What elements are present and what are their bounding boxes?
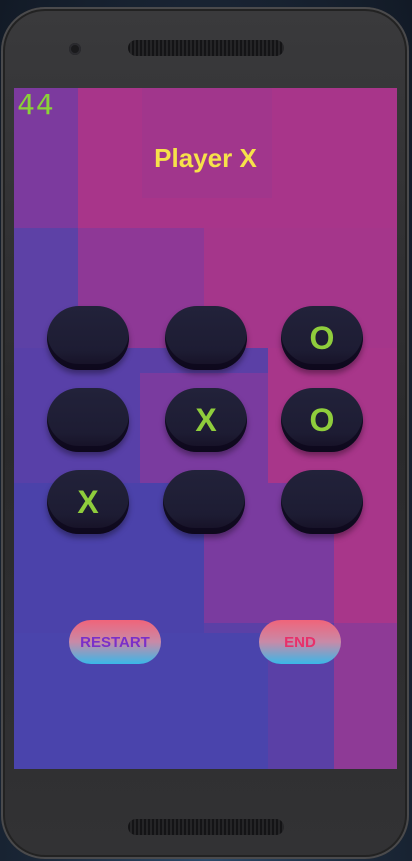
board-cell-3[interactable]: O [281, 306, 363, 370]
board-cell-7[interactable]: X [47, 470, 129, 534]
board-cell-1[interactable] [47, 306, 129, 370]
board-cell-2[interactable] [165, 306, 247, 370]
board-cell-5[interactable]: X [165, 388, 247, 452]
earpiece-speaker [128, 40, 284, 56]
bg-tile [334, 623, 397, 769]
current-player-title: Player X [154, 143, 257, 173]
game-screen: 44 Player X O X O X RESTART END [14, 88, 397, 769]
board-cell-8[interactable] [163, 470, 245, 534]
board-cell-9[interactable] [281, 470, 363, 534]
end-button[interactable]: END [259, 620, 341, 664]
countdown-timer: 44 [17, 88, 55, 121]
board-cell-4[interactable] [47, 388, 129, 452]
front-camera [69, 43, 81, 55]
bottom-speaker [128, 819, 284, 835]
board-cell-6[interactable]: O [281, 388, 363, 452]
restart-button[interactable]: RESTART [69, 620, 161, 664]
